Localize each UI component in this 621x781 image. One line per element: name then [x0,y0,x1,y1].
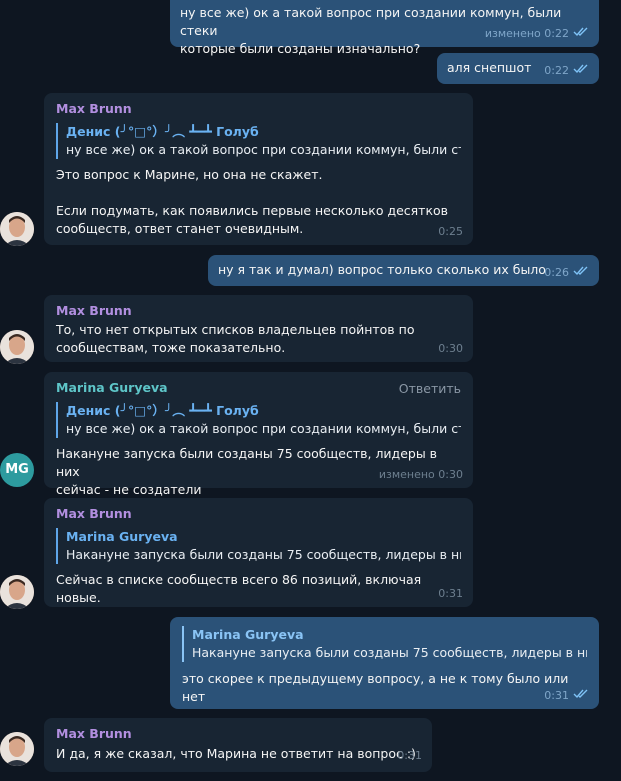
reply-button[interactable]: Ответить [399,380,461,398]
person-photo-icon [0,330,34,364]
avatar[interactable] [0,732,34,766]
sender-name[interactable]: Max Brunn [56,302,461,320]
message-time: 0:22 [544,64,569,77]
message-time: 0:30 [438,342,463,355]
avatar[interactable] [0,212,34,246]
quote-author: Денис (╯°□°）╯︵ ┻━┻ Голуб [66,124,259,139]
sender-name[interactable]: Max Brunn [56,725,420,743]
message-text: И да, я же сказал, что Марина не ответит… [56,746,416,761]
quote-author: Marina Guryeva [66,529,178,544]
message-time: 0:31 [438,587,463,600]
message-bubble-outgoing[interactable]: ну все же) ок а такой вопрос при создани… [170,0,599,56]
message-bubble-incoming[interactable]: Marina Guryeva Ответить Денис (╯°□°）╯︵ ┻… [44,372,473,497]
message-meta: 0:22 [544,62,589,80]
message-meta: 0:26 [544,264,589,282]
double-check-icon [573,62,589,80]
reply-quote[interactable]: Marina Guryeva Накануне запуска были соз… [182,626,587,662]
quote-author: Marina Guryeva [192,627,304,642]
message-meta: изменено 0:22 [485,25,589,43]
message-bubble-incoming[interactable]: Max Brunn Денис (╯°□°）╯︵ ┻━┻ Голуб ну вс… [44,93,473,245]
message-text: То, что нет открытых списков владельцев … [56,322,415,355]
message-time: 0:31 [397,749,422,762]
message-text: ну я так и думал) вопрос только сколько … [218,262,546,277]
person-photo-icon [0,212,34,246]
avatar[interactable]: MG [0,453,34,487]
message-time: изменено 0:30 [378,468,463,481]
reply-quote[interactable]: Денис (╯°□°）╯︵ ┻━┻ Голуб ну все же) ок а… [56,402,461,438]
message-text: это скорее к предыдущему вопросу, а не к… [182,671,573,704]
message-bubble-incoming[interactable]: Max Brunn И да, я же сказал, что Марина … [44,718,432,772]
quote-text: ну все же) ок а такой вопрос при создани… [66,142,461,157]
message-time: изменено 0:22 [484,27,569,40]
message-time: 0:25 [438,225,463,238]
chat-history[interactable]: ну все же) ок а такой вопрос при создани… [0,0,621,781]
message-bubble-outgoing[interactable]: Marina Guryeva Накануне запуска были соз… [170,617,599,709]
message-bubble-incoming[interactable]: Max Brunn То, что нет открытых списков в… [44,295,473,362]
message-bubble-incoming[interactable]: Max Brunn Marina Guryeva Накануне запуск… [44,498,473,607]
double-check-icon [573,687,589,705]
quote-text: Накануне запуска были созданы 75 сообщес… [192,645,587,660]
person-photo-icon [0,732,34,766]
message-time: 0:31 [544,689,569,702]
message-text: Это вопрос к Марине, но она не скажет. Е… [56,167,449,236]
avatar[interactable] [0,575,34,609]
quote-author: Денис (╯°□°）╯︵ ┻━┻ Голуб [66,403,259,418]
message-bubble-outgoing[interactable]: ну я так и думал) вопрос только сколько … [208,255,599,286]
reply-quote[interactable]: Денис (╯°□°）╯︵ ┻━┻ Голуб ну все же) ок а… [56,123,461,159]
sender-name[interactable]: Max Brunn [56,505,461,523]
message-time: 0:26 [544,266,569,279]
sender-name[interactable]: Max Brunn [56,100,461,118]
avatar[interactable] [0,330,34,364]
quote-text: ну все же) ок а такой вопрос при создани… [66,421,461,436]
person-photo-icon [0,575,34,609]
quote-text: Накануне запуска были созданы 75 сообщес… [66,547,461,562]
double-check-icon [573,264,589,282]
message-meta: 0:31 [544,687,589,705]
message-text: Сейчас в списке сообществ всего 86 позиц… [56,572,426,605]
double-check-icon [573,25,589,43]
message-bubble-outgoing[interactable]: аля снепшот 0:22 [437,53,599,84]
reply-quote[interactable]: Marina Guryeva Накануне запуска были соз… [56,528,461,564]
